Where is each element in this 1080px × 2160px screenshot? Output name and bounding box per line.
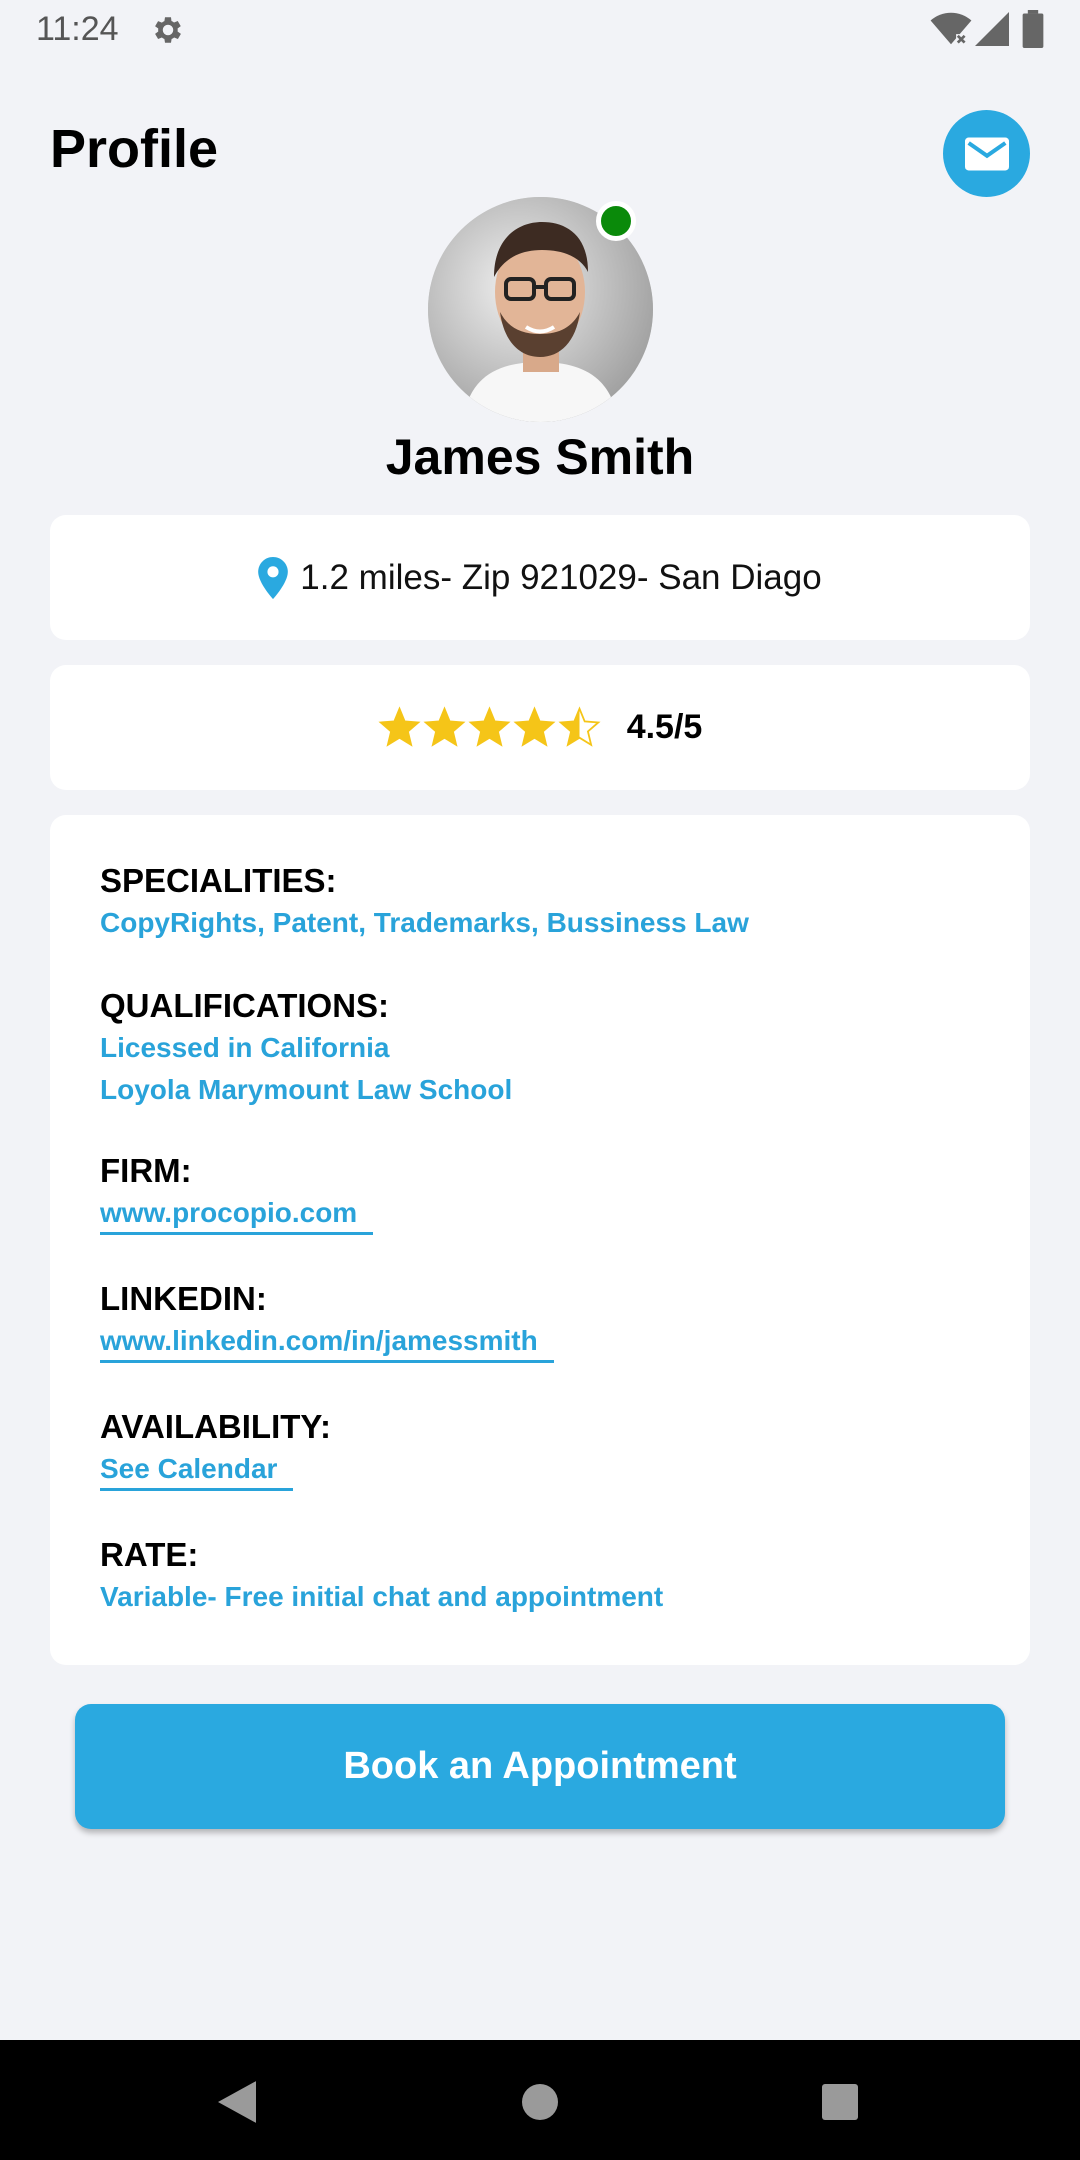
specialities-section: SPECIALITIES: CopyRights, Patent, Tradem… bbox=[100, 860, 749, 944]
book-appointment-button[interactable]: Book an Appointment bbox=[75, 1704, 1005, 1829]
star-icon bbox=[378, 706, 421, 747]
availability-section: AVAILABILITY: See Calendar bbox=[100, 1406, 331, 1491]
firm-label: FIRM: bbox=[100, 1152, 192, 1189]
linkedin-link[interactable]: www.linkedin.com/in/jamessmith bbox=[100, 1322, 554, 1363]
availability-label: AVAILABILITY: bbox=[100, 1408, 331, 1445]
recent-apps-icon[interactable] bbox=[822, 2084, 858, 2120]
location-pin-icon bbox=[258, 556, 289, 599]
star-icon bbox=[423, 706, 466, 747]
details-card: SPECIALITIES: CopyRights, Patent, Tradem… bbox=[50, 815, 1030, 1665]
status-time: 11:24 bbox=[36, 10, 119, 48]
battery-icon bbox=[1022, 10, 1044, 48]
rate-value: Variable- Free initial chat and appointm… bbox=[100, 1581, 664, 1612]
rate-label: RATE: bbox=[100, 1536, 199, 1573]
avatar bbox=[428, 197, 653, 422]
home-icon[interactable] bbox=[522, 2084, 558, 2120]
mail-icon bbox=[964, 137, 1009, 170]
qualifications-section: QUALIFICATIONS: Licessed in California L… bbox=[100, 985, 512, 1111]
star-icon bbox=[558, 706, 601, 747]
firm-section: FIRM: www.procopio.com bbox=[100, 1150, 374, 1235]
back-icon[interactable] bbox=[218, 2081, 256, 2123]
location-card: 1.2 miles- Zip 921029- San Diago bbox=[50, 515, 1030, 640]
specialities-value: CopyRights, Patent, Trademarks, Bussines… bbox=[100, 907, 749, 938]
qualification-line-2: Loyola Marymount Law School bbox=[100, 1074, 513, 1105]
rating-card: 4.5/5 bbox=[50, 665, 1030, 790]
linkedin-label: LINKEDIN: bbox=[100, 1280, 267, 1317]
gear-icon bbox=[155, 17, 181, 43]
rate-section: RATE: Variable- Free initial chat and ap… bbox=[100, 1534, 663, 1618]
message-button[interactable] bbox=[943, 110, 1030, 197]
qualifications-label: QUALIFICATIONS: bbox=[100, 987, 390, 1024]
linkedin-section: LINKEDIN: www.linkedin.com/in/jamessmith bbox=[100, 1278, 554, 1363]
location-text: 1.2 miles- Zip 921029- San Diago bbox=[300, 557, 822, 597]
qualification-line-1: Licessed in California bbox=[100, 1032, 390, 1063]
firm-link[interactable]: www.procopio.com bbox=[100, 1194, 374, 1235]
specialities-label: SPECIALITIES: bbox=[100, 862, 337, 899]
profile-name: James Smith bbox=[385, 429, 695, 485]
wifi-icon bbox=[930, 12, 972, 45]
status-bar: 11:24 bbox=[0, 0, 1080, 60]
signal-icon bbox=[975, 12, 1009, 46]
star-icon bbox=[468, 706, 511, 747]
page-title: Profile bbox=[50, 119, 219, 179]
rating-value: 4.5/5 bbox=[626, 708, 703, 746]
system-nav-bar bbox=[0, 2040, 1080, 2160]
see-calendar-link[interactable]: See Calendar bbox=[100, 1450, 294, 1491]
rating-stars bbox=[378, 706, 601, 749]
star-icon bbox=[513, 706, 556, 747]
online-status-dot bbox=[596, 201, 636, 241]
